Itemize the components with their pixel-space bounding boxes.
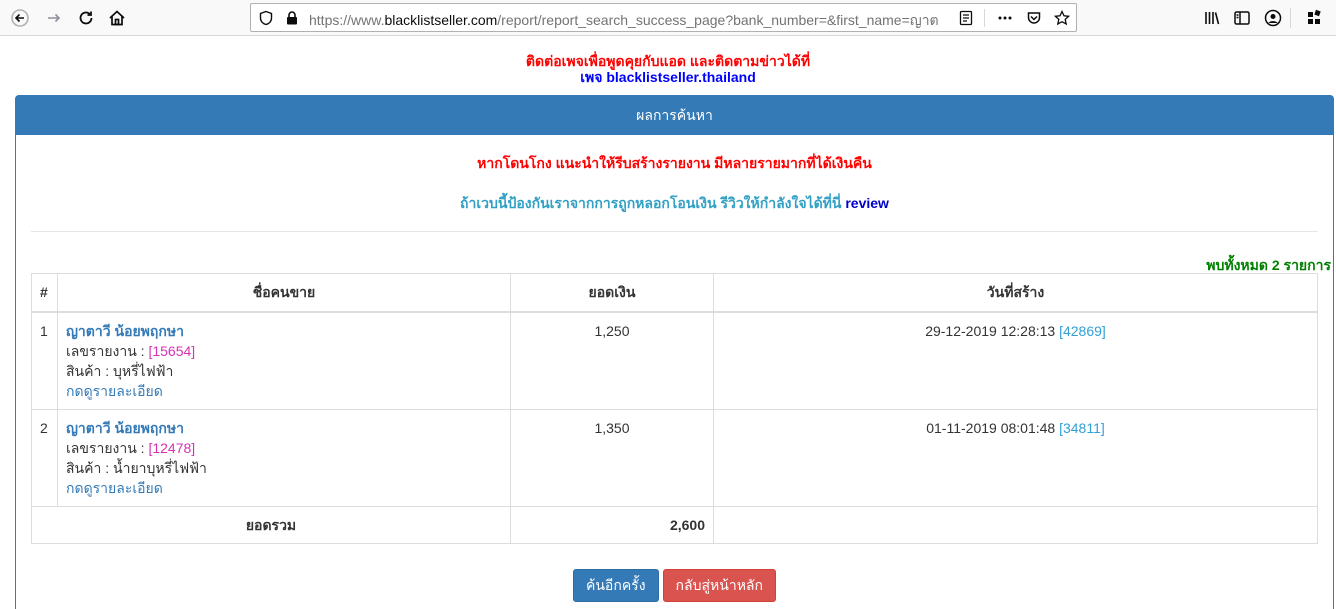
header-seller: ชื่อคนขาย [57,273,511,313]
seller-name-link[interactable]: ญาตาวี น้อยพฤกษา [66,321,502,341]
notice-facebook-link[interactable]: เพจ blacklistseller.thailand [0,69,1336,85]
total-empty-cell [713,505,1318,544]
table-row: 1 ญาตาวี น้อยพฤกษา เลขรายงาน : [15654] ส… [31,311,1318,410]
divider [31,231,1318,232]
report-number: เลขรายงาน : [12478] [66,439,196,456]
notice-line-1: ติดต่อเพจเพื่อพูดคุยกับแอด และติดตามข่าว… [525,53,811,69]
back-icon[interactable] [6,4,34,32]
bookmark-star-icon[interactable] [1053,9,1071,27]
table-row: 2 ญาตาวี น้อยพฤกษา เลขรายงาน : [12478] ส… [31,408,1318,507]
review-text: ถ้าเวบนี้ป้องกันเราจากการถูกหลอกโอนเงิน … [460,195,846,211]
view-detail-link[interactable]: กดดูรายละเอียด [66,478,502,498]
forward-icon[interactable] [40,4,68,32]
extensions-icon[interactable] [1300,4,1328,32]
reader-view-icon[interactable] [957,9,975,27]
row-amount: 1,250 [510,311,714,410]
header-date: วันที่สร้าง [713,273,1318,313]
results-panel: ผลการค้นหา หากโดนโกง แนะนำให้รีบสร้างราย… [15,95,1334,609]
total-row: ยอดรวม 2,600 [31,505,1318,544]
table-header-row: # ชื่อคนขาย ยอดเงิน วันที่สร้าง [31,273,1318,313]
warning-text: หากโดนโกง แนะนำให้รีบสร้างรายงาน มีหลายร… [477,155,872,171]
shield-icon[interactable] [257,9,275,27]
date-id-link[interactable]: [34811] [1059,420,1105,436]
url-text[interactable]: https://www.blacklistseller.com/report/r… [309,10,949,32]
panel-heading: ผลการค้นหา [16,96,1333,135]
action-buttons: ค้นอีกครั้ง กลับสู่หน้าหลัก [16,569,1333,602]
header-index: # [31,273,58,313]
product-line: สินค้า : บุหรี่ไฟฟ้า [66,362,174,379]
report-id-link[interactable]: [15654] [148,343,195,359]
product-line: สินค้า : น้ำยาบุหรี่ไฟฟ้า [66,459,207,476]
account-icon[interactable] [1259,4,1287,32]
row-seller-cell: ญาตาวี น้อยพฤกษา เลขรายงาน : [12478] สิน… [57,408,511,507]
browser-toolbar: https://www.blacklistseller.com/report/r… [0,0,1336,36]
header-amount: ยอดเงิน [510,273,714,313]
toolbar-separator [1290,8,1291,28]
row-date: 29-12-2019 12:28:13 [42869] [713,311,1318,410]
contact-notice: ติดต่อเพจเพื่อพูดคุยกับแอด และติดตามข่าว… [0,53,1336,85]
row-index: 1 [31,311,58,410]
total-label: ยอดรวม [31,505,511,544]
urlbar-separator [984,9,985,27]
total-value: 2,600 [510,505,714,544]
report-number: เลขรายงาน : [15654] [66,342,196,359]
date-id-link[interactable]: [42869] [1059,323,1106,339]
search-again-button[interactable]: ค้นอีกครั้ง [573,569,659,602]
reload-icon[interactable] [72,4,100,32]
seller-name-link[interactable]: ญาตาวี น้อยพฤกษา [66,418,502,438]
row-seller-cell: ญาตาวี น้อยพฤกษา เลขรายงาน : [15654] สิน… [57,311,511,410]
row-index: 2 [31,408,58,507]
more-actions-icon[interactable] [996,9,1014,27]
report-id-link[interactable]: [12478] [148,440,195,456]
row-date: 01-11-2019 08:01:48 [34811] [713,408,1318,507]
results-table: # ชื่อคนขาย ยอดเงิน วันที่สร้าง 1 ญาตาวี… [31,273,1318,544]
review-line: ถ้าเวบนี้ป้องกันเราจากการถูกหลอกโอนเงิน … [16,193,1333,215]
back-home-button[interactable]: กลับสู่หน้าหลัก [662,569,776,602]
review-link[interactable]: review [845,195,889,211]
sidebar-icon[interactable] [1228,4,1256,32]
lock-icon[interactable] [283,9,301,27]
home-icon[interactable] [103,4,131,32]
view-detail-link[interactable]: กดดูรายละเอียด [66,381,502,401]
pocket-icon[interactable] [1025,9,1043,27]
row-amount: 1,350 [510,408,714,507]
library-icon[interactable] [1198,4,1226,32]
address-bar[interactable]: https://www.blacklistseller.com/report/r… [250,3,1077,32]
